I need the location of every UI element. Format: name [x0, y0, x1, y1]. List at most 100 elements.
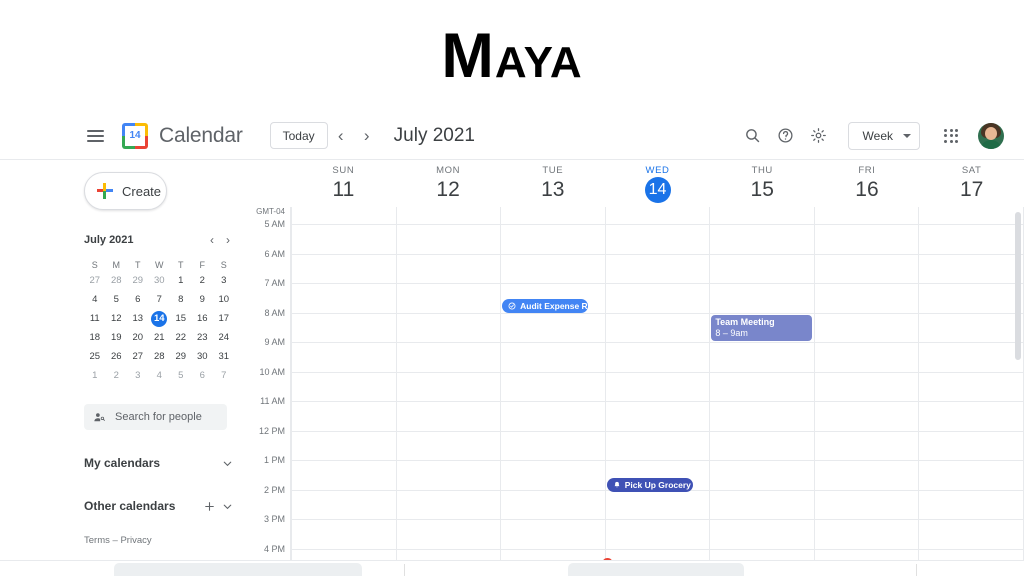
- privacy-link[interactable]: Privacy: [120, 535, 151, 546]
- view-select[interactable]: Week: [847, 121, 920, 150]
- calendar-grid-scroll[interactable]: GMT-04 5 AM 6 AM 7 AM 8 AM 9 AM 10 AM 11 AM 12 P…: [250, 207, 1024, 560]
- day-header-dow: TUE: [542, 165, 564, 176]
- mini-calendar-day[interactable]: 16: [192, 311, 214, 327]
- mini-calendar-day[interactable]: 21: [149, 330, 171, 346]
- apps-grid-icon[interactable]: [936, 121, 966, 151]
- mini-calendar-day[interactable]: 28: [106, 273, 128, 289]
- mini-calendar-day[interactable]: 26: [106, 349, 128, 365]
- mini-calendar-day[interactable]: 15: [170, 311, 192, 327]
- day-column-fri[interactable]: [814, 207, 920, 560]
- day-header-mon[interactable]: MON 12: [396, 160, 501, 207]
- mini-calendar-day[interactable]: 25: [84, 349, 106, 365]
- day-column-tue[interactable]: Audit Expense Re: [501, 207, 606, 560]
- gear-icon[interactable]: [804, 121, 834, 151]
- task-chip[interactable]: Audit Expense Re: [502, 299, 589, 313]
- day-column-mon[interactable]: [396, 207, 502, 560]
- day-header-tue[interactable]: TUE 13: [500, 160, 605, 207]
- mini-calendar-day[interactable]: 20: [127, 330, 149, 346]
- mini-calendar-day[interactable]: 6: [127, 292, 149, 308]
- mini-calendar-day[interactable]: 6: [192, 368, 214, 384]
- help-icon[interactable]: [771, 121, 801, 151]
- mini-calendar-day[interactable]: 30: [149, 273, 171, 289]
- mini-calendar-day[interactable]: 9: [192, 292, 214, 308]
- vertical-scrollbar[interactable]: [1015, 212, 1021, 360]
- mini-calendar-day[interactable]: 17: [213, 311, 235, 327]
- mini-calendar-day[interactable]: 4: [84, 292, 106, 308]
- mini-calendar-day[interactable]: 28: [149, 349, 171, 365]
- chevron-down-icon[interactable]: [218, 497, 236, 515]
- day-column-sun[interactable]: [291, 207, 397, 560]
- bottom-strip-tab[interactable]: [114, 563, 362, 576]
- mini-calendar-day[interactable]: 3: [213, 273, 235, 289]
- search-icon[interactable]: [738, 121, 768, 151]
- hour-gridline: [396, 342, 501, 343]
- mini-calendar-day[interactable]: 5: [106, 292, 128, 308]
- day-header-wed[interactable]: WED 14: [605, 160, 710, 207]
- calendar-grid: GMT-04 5 AM 6 AM 7 AM 8 AM 9 AM 10 AM 11 AM 12 P…: [250, 207, 1024, 560]
- day-column-thu[interactable]: Team Meeting 8 – 9am: [710, 207, 815, 560]
- mini-calendar-day[interactable]: 1: [84, 368, 106, 384]
- hour-gridline: [919, 253, 1024, 255]
- mini-calendar-day[interactable]: 13: [127, 311, 149, 327]
- day-header-dow: THU: [751, 165, 773, 176]
- mini-calendar-day[interactable]: 22: [170, 330, 192, 346]
- mini-calendar-day[interactable]: 1: [170, 273, 192, 289]
- day-header-thu[interactable]: THU 15: [710, 160, 815, 207]
- mini-calendar-day[interactable]: 3: [127, 368, 149, 384]
- mini-calendar-day[interactable]: 29: [127, 273, 149, 289]
- day-headers: SUN 11 MON 12 TUE 13 WED 14 THU 15 FRI 16 SAT 17: [250, 160, 1024, 207]
- mini-calendar-day[interactable]: 2: [192, 273, 214, 289]
- mini-calendar-day[interactable]: 24: [213, 330, 235, 346]
- day-header-fri[interactable]: FRI 16: [815, 160, 920, 207]
- terms-link[interactable]: Terms: [84, 535, 110, 546]
- mini-calendar-prev-icon[interactable]: ‹: [204, 232, 220, 248]
- my-calendars-section[interactable]: My calendars: [84, 453, 236, 473]
- day-header-sat[interactable]: SAT 17: [919, 160, 1024, 207]
- mini-calendar-day[interactable]: 18: [84, 330, 106, 346]
- bottom-strip-tab[interactable]: [568, 563, 744, 576]
- next-week-icon[interactable]: ›: [354, 123, 380, 149]
- mini-calendar-day[interactable]: 2: [106, 368, 128, 384]
- previous-week-icon[interactable]: ‹: [328, 123, 354, 149]
- hamburger-icon[interactable]: [84, 124, 108, 148]
- hour-gridline: [396, 548, 501, 550]
- bottom-strip-divider: [404, 564, 405, 576]
- hour-gridline: [919, 519, 1024, 520]
- mini-calendar-day[interactable]: 27: [127, 349, 149, 365]
- add-other-calendar-icon[interactable]: [200, 497, 218, 515]
- mini-calendar-day[interactable]: 5: [170, 368, 192, 384]
- mini-calendar-day[interactable]: 12: [106, 311, 128, 327]
- avatar[interactable]: [978, 122, 1004, 149]
- mini-calendar-day[interactable]: 31: [213, 349, 235, 365]
- mini-calendar-day[interactable]: 10: [213, 292, 235, 308]
- mini-calendar-day[interactable]: 27: [84, 273, 106, 289]
- mini-calendar-day-selected[interactable]: 14: [151, 311, 168, 327]
- gutter-header-spacer: [250, 160, 291, 207]
- other-calendars-section[interactable]: Other calendars: [84, 496, 236, 516]
- google-calendar-logo-icon[interactable]: 14: [122, 122, 148, 149]
- day-column-wed[interactable]: Pick Up Grocery O: [601, 207, 711, 560]
- hour-label: 6 AM: [264, 248, 285, 259]
- mini-calendar-day[interactable]: 7: [213, 368, 235, 384]
- search-people-input[interactable]: Search for people: [84, 404, 227, 430]
- mini-calendar-day[interactable]: 23: [192, 330, 214, 346]
- today-button[interactable]: Today: [269, 122, 328, 149]
- mini-calendar-dow-row: SMTWTFS: [84, 257, 236, 273]
- day-header-sun[interactable]: SUN 11: [291, 160, 396, 207]
- create-button[interactable]: Create: [84, 172, 167, 210]
- mini-calendar-day[interactable]: 19: [106, 330, 128, 346]
- mini-calendar-day[interactable]: 11: [84, 311, 106, 327]
- calendar-event[interactable]: Team Meeting 8 – 9am: [711, 314, 812, 341]
- mini-calendar-day[interactable]: 30: [192, 349, 214, 365]
- mini-calendar-day[interactable]: 29: [170, 349, 192, 365]
- chevron-down-icon[interactable]: [218, 454, 236, 472]
- mini-calendar-next-icon[interactable]: ›: [220, 232, 236, 248]
- reminder-chip[interactable]: Pick Up Grocery O: [606, 478, 693, 492]
- mini-calendar-dow: M: [112, 260, 121, 270]
- hour-gridline: [605, 283, 710, 284]
- mini-calendar-day[interactable]: 4: [149, 368, 171, 384]
- hour-label: 10 AM: [259, 366, 285, 377]
- mini-calendar-day[interactable]: 7: [149, 292, 171, 308]
- mini-calendar-day[interactable]: 8: [170, 292, 192, 308]
- day-column-sat[interactable]: [919, 207, 1024, 560]
